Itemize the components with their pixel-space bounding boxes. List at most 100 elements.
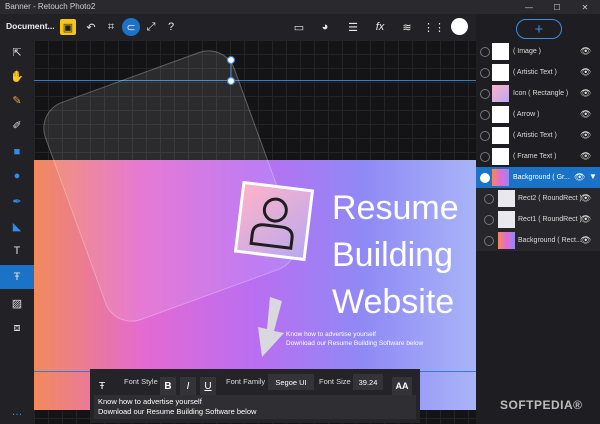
- layer-select-radio[interactable]: [480, 68, 490, 78]
- resize-icon[interactable]: ⤢: [142, 18, 160, 36]
- layer-thumbnail: [498, 232, 515, 249]
- layer-arrow[interactable]: ( Arrow ) 👁: [476, 104, 600, 125]
- layer-thumbnail: [492, 85, 509, 102]
- layer-background-group[interactable]: Background ( Gr... 👁 ▼: [476, 167, 600, 188]
- visibility-eye-icon[interactable]: 👁: [580, 109, 591, 120]
- document-frame-icon[interactable]: ▣: [60, 19, 76, 35]
- visibility-eye-icon[interactable]: 👁: [580, 130, 591, 141]
- text-tool-icon[interactable]: T: [5, 241, 29, 261]
- effects-fx-icon[interactable]: fx: [371, 18, 389, 36]
- hand-tool-icon[interactable]: ✋: [5, 66, 29, 86]
- layers-panel: + ( Image ) 👁 ( Artistic Text ) 👁 Icon (…: [476, 14, 600, 424]
- more-tools-icon[interactable]: …: [5, 402, 29, 422]
- layer-thumbnail: [498, 211, 515, 228]
- undo-icon[interactable]: ↶: [82, 18, 100, 36]
- layer-select-radio[interactable]: [480, 47, 490, 57]
- visibility-eye-icon[interactable]: 👁: [580, 46, 591, 57]
- underline-button[interactable]: U: [200, 377, 216, 395]
- close-button[interactable]: ✕: [571, 0, 599, 14]
- layer-artistic-text-2[interactable]: ( Artistic Text ) 👁: [476, 125, 600, 146]
- layer-background-rect[interactable]: Background ( Rect... 👁: [476, 230, 600, 251]
- visibility-eye-icon[interactable]: 👁: [580, 193, 591, 204]
- layer-label: Background ( Rect...: [518, 237, 582, 244]
- crop-frame-tool-icon[interactable]: ⧈: [5, 318, 29, 338]
- visibility-eye-icon[interactable]: 👁: [580, 214, 591, 225]
- font-size-input[interactable]: 39.24: [353, 374, 383, 390]
- layer-rect1[interactable]: Rect1 ( RoundRect ) 👁: [476, 209, 600, 230]
- maximize-button[interactable]: ☐: [543, 0, 571, 14]
- visibility-eye-icon[interactable]: 👁: [574, 172, 585, 183]
- font-family-select[interactable]: Segoe UI: [268, 374, 314, 390]
- visibility-eye-icon[interactable]: 👁: [580, 88, 591, 99]
- grid-icon[interactable]: ⋮⋮: [423, 18, 445, 36]
- layer-select-radio[interactable]: [484, 215, 494, 225]
- document-menu-button[interactable]: Document...: [6, 21, 55, 31]
- layer-select-radio[interactable]: [480, 152, 490, 162]
- layer-label: ( Frame Text ): [513, 153, 557, 160]
- headline-line-2[interactable]: Building: [332, 234, 453, 276]
- text-frame-icon: Ŧ: [98, 380, 106, 392]
- frame-text-tool-icon[interactable]: Ŧ: [0, 265, 34, 289]
- layer-select-radio[interactable]: [480, 173, 490, 183]
- crop-icon[interactable]: ⌗: [102, 18, 120, 36]
- headline-line-3[interactable]: Website: [332, 281, 454, 323]
- tool-sidebar: ⇱ ✋ ✎ ✐ ■ ● ✒ ◣ T Ŧ ▨ ⧈ …: [0, 40, 34, 424]
- layer-select-radio[interactable]: [484, 236, 494, 246]
- collapse-chevron-icon[interactable]: ▼: [589, 172, 597, 181]
- cursor-tool-icon[interactable]: ⇱: [5, 42, 29, 62]
- layout-icon[interactable]: ▭: [290, 18, 308, 36]
- layer-label: Icon ( Rectangle ): [513, 90, 569, 97]
- layer-label: Background ( Gr...: [513, 174, 570, 181]
- layer-frame-text[interactable]: ( Frame Text ) 👁: [476, 146, 600, 167]
- layer-select-radio[interactable]: [480, 131, 490, 141]
- triangle-tool-icon[interactable]: ◣: [5, 216, 29, 236]
- texture-icon[interactable]: ≋: [398, 18, 416, 36]
- color-swatch-button[interactable]: [451, 18, 468, 35]
- font-size-toggle-icon[interactable]: AA: [392, 377, 412, 395]
- layer-icon-rectangle[interactable]: Icon ( Rectangle ) 👁: [476, 83, 600, 104]
- layer-image[interactable]: ( Image ) 👁: [476, 41, 600, 62]
- app-window: Banner - Retouch Photo2 — ☐ ✕ Document..…: [0, 0, 600, 424]
- help-icon[interactable]: ?: [162, 18, 180, 36]
- layer-select-radio[interactable]: [480, 89, 490, 99]
- rectangle-tool-icon[interactable]: ■: [5, 142, 29, 162]
- layer-label: ( Artistic Text ): [513, 69, 557, 76]
- profile-image[interactable]: [233, 180, 315, 262]
- bold-button[interactable]: B: [160, 377, 176, 395]
- visibility-eye-icon[interactable]: 👁: [580, 151, 591, 162]
- layer-artistic-text[interactable]: ( Artistic Text ) 👁: [476, 62, 600, 83]
- adjust-icon[interactable]: ◕: [316, 18, 334, 36]
- text-content-line-2: Download our Resume Building Software be…: [98, 407, 257, 416]
- layer-select-radio[interactable]: [484, 194, 494, 204]
- person-icon: [249, 197, 294, 250]
- arrow-shape[interactable]: [254, 295, 290, 361]
- layer-select-radio[interactable]: [480, 110, 490, 120]
- softpedia-watermark: SOFTPEDIA®: [500, 398, 583, 412]
- guide-line-top: [34, 80, 476, 81]
- top-toolbar: Document... ▣ ↶ ⌗ ⊂ ⤢ ? ▭ ◕ ☰ fx ≋ ⋮⋮: [0, 14, 476, 40]
- layer-label: Rect2 ( RoundRect ): [518, 195, 582, 202]
- minimize-button[interactable]: —: [515, 0, 543, 14]
- brush-tool-icon[interactable]: ✎: [5, 90, 29, 110]
- add-layer-button[interactable]: +: [516, 19, 562, 39]
- text-content-input[interactable]: Know how to advertise yourself Download …: [94, 395, 416, 419]
- caption-line-1[interactable]: Know how to advertise yourself: [286, 330, 376, 339]
- pen-tool-icon[interactable]: ✒: [5, 191, 29, 211]
- layer-thumbnail: [492, 43, 509, 60]
- ellipse-tool-icon[interactable]: ●: [5, 166, 29, 186]
- sliders-icon[interactable]: ☰: [344, 18, 362, 36]
- eraser-tool-icon[interactable]: ✐: [5, 115, 29, 135]
- caption-line-2[interactable]: Download our Resume Building Software be…: [286, 339, 423, 348]
- snap-magnet-icon[interactable]: ⊂: [122, 18, 140, 36]
- image-tool-icon[interactable]: ▨: [5, 293, 29, 313]
- headline-line-1[interactable]: Resume: [332, 187, 459, 229]
- visibility-eye-icon[interactable]: 👁: [580, 67, 591, 78]
- layer-thumbnail: [492, 106, 509, 123]
- layer-rect2[interactable]: Rect2 ( RoundRect ) 👁: [476, 188, 600, 209]
- font-size-label: Font Size: [319, 377, 351, 386]
- layer-thumbnail: [492, 127, 509, 144]
- design-canvas[interactable]: Resume Building Website Know how to adve…: [34, 40, 476, 424]
- visibility-eye-icon[interactable]: 👁: [580, 235, 591, 246]
- italic-button[interactable]: I: [180, 377, 196, 395]
- layer-label: ( Artistic Text ): [513, 132, 557, 139]
